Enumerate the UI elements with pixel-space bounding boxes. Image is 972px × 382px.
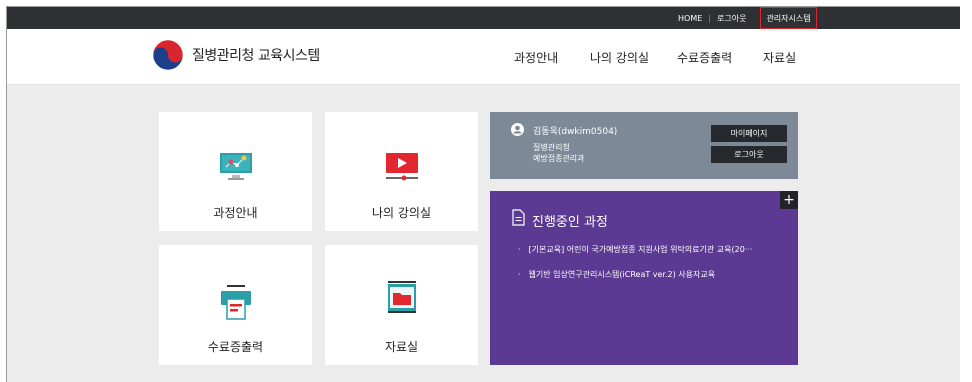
utility-links: HOME | 로그아웃 관리자시스템 — [678, 7, 817, 29]
logout-button[interactable]: 로그아웃 — [711, 146, 787, 163]
site-logo[interactable]: 질병관리청 교육시스템 — [152, 39, 320, 71]
in-progress-title: 진행중인 과정 — [532, 215, 608, 230]
utility-bar: HOME | 로그아웃 관리자시스템 — [7, 7, 960, 29]
browser-viewport: HOME | 로그아웃 관리자시스템 질병관리청 교육시스템 과정안내 나의 강… — [6, 6, 960, 382]
tile-course[interactable]: 과정안내 — [159, 112, 312, 231]
course-item-title: 웹기반 임상연구관리시스템(iCReaT ver.2) 사용자교육 — [528, 270, 716, 279]
user-icon — [511, 123, 524, 136]
video-play-icon — [385, 153, 418, 181]
mypage-button[interactable]: 마이페이지 — [711, 125, 787, 142]
logout-link[interactable]: 로그아웃 — [717, 13, 746, 24]
home-link[interactable]: HOME — [678, 14, 702, 23]
course-item[interactable]: · 웹기반 임상연구관리시스템(iCReaT ver.2) 사용자교육 — [518, 269, 715, 280]
tile-classroom[interactable]: 나의 강의실 — [325, 112, 478, 231]
tile-library-label: 자료실 — [384, 340, 419, 354]
monitor-chart-icon — [219, 153, 252, 180]
folder-book-icon — [387, 281, 416, 313]
user-org-line1: 질병관리청 — [533, 143, 570, 152]
printer-icon — [220, 285, 251, 320]
more-courses-button[interactable]: + — [780, 191, 798, 209]
course-item[interactable]: · [기본교육] 어린이 국가예방접종 지원사업 위탁의료기관 교육(20··· — [518, 244, 752, 255]
admin-system-link[interactable]: 관리자시스템 — [760, 7, 817, 29]
tile-classroom-label: 나의 강의실 — [371, 206, 431, 220]
user-org-line2: 예방접종관리과 — [533, 154, 585, 163]
user-org: 질병관리청 예방접종관리과 — [533, 142, 585, 164]
nav-item-library[interactable]: 자료실 — [763, 49, 796, 66]
kdca-emblem-icon — [152, 39, 184, 71]
tile-certificate-label: 수료증출력 — [207, 340, 264, 354]
user-info-panel: 김동욱(dwkim0504) 질병관리청 예방접종관리과 마이페이지 로그아웃 — [490, 112, 798, 179]
main-content: 과정안내 나의 강의실 수료증출력 자료실 김동욱(dwkim0504) 질병관… — [7, 85, 960, 382]
tile-course-label: 과정안내 — [213, 206, 258, 220]
in-progress-courses-panel: 진행중인 과정 + · [기본교육] 어린이 국가예방접종 지원사업 위탁의료기관… — [490, 191, 798, 365]
nav-item-classroom[interactable]: 나의 강의실 — [590, 49, 649, 66]
bullet: · — [518, 270, 521, 279]
document-icon — [512, 209, 525, 226]
divider: | — [708, 13, 711, 23]
site-header: 질병관리청 교육시스템 과정안내 나의 강의실 수료증출력 자료실 — [7, 29, 960, 85]
nav-item-course[interactable]: 과정안내 — [514, 49, 558, 66]
tile-library[interactable]: 자료실 — [325, 245, 478, 365]
user-name: 김동욱(dwkim0504) — [533, 127, 618, 137]
nav-item-certificate[interactable]: 수료증출력 — [677, 49, 732, 66]
site-title: 질병관리청 교육시스템 — [192, 48, 320, 64]
course-item-title: [기본교육] 어린이 국가예방접종 지원사업 위탁의료기관 교육(20··· — [528, 245, 753, 254]
bullet: · — [518, 245, 521, 254]
tile-certificate[interactable]: 수료증출력 — [159, 245, 312, 365]
